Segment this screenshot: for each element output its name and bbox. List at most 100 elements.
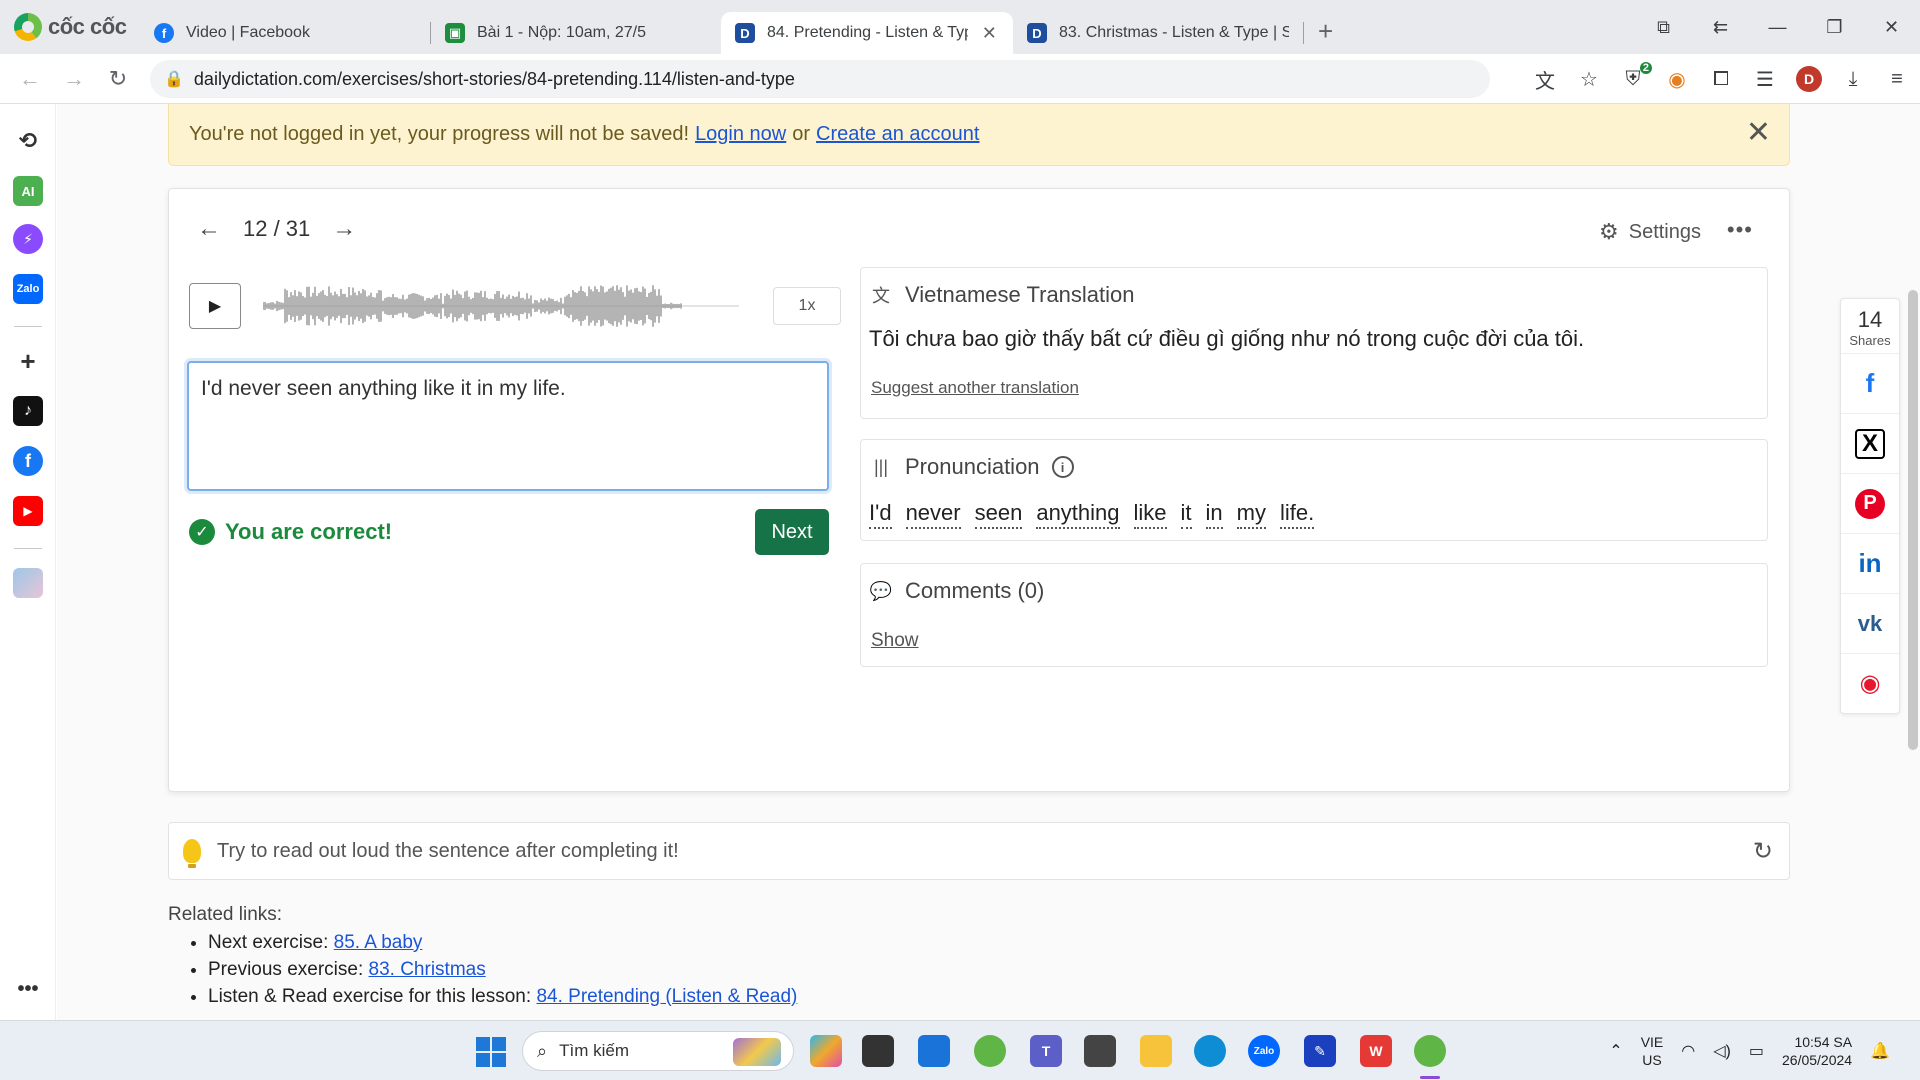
share-vk-button[interactable]: vk <box>1841 593 1899 653</box>
tab-search-icon[interactable]: ⇇ <box>1692 17 1749 38</box>
wallpaper-icon[interactable] <box>13 568 43 598</box>
more-icon[interactable]: ••• <box>13 974 43 1004</box>
login-link[interactable]: Login now <box>695 123 786 146</box>
language-indicator[interactable]: VIE US <box>1641 1033 1664 1069</box>
create-account-link[interactable]: Create an account <box>816 123 979 146</box>
audio-waveform[interactable] <box>263 283 739 329</box>
share-facebook-button[interactable]: f <box>1841 353 1899 413</box>
media-queue-icon[interactable]: ☰ <box>1752 67 1778 92</box>
task-view-icon[interactable] <box>862 1035 894 1067</box>
extensions-puzzle-icon[interactable]: ⧠ <box>1708 68 1734 91</box>
pronunciation-word[interactable]: anything <box>1036 500 1120 529</box>
zalo-icon[interactable]: Zalo <box>13 274 43 304</box>
playback-speed-button[interactable]: 1x <box>773 287 841 325</box>
previous-exercise-link[interactable]: 83. Christmas <box>369 959 486 980</box>
new-tab-icon[interactable]: + <box>1318 16 1333 47</box>
microsoft-store-icon[interactable] <box>918 1035 950 1067</box>
wifi-icon[interactable]: ◠ <box>1681 1041 1695 1061</box>
tab-pretending[interactable]: D 84. Pretending - Listen & Typ ✕ <box>721 12 1013 54</box>
result-message: ✓ You are correct! <box>189 519 392 545</box>
screenshot-icon[interactable]: ⧉ <box>1635 17 1692 38</box>
next-exercise-link[interactable]: 85. A baby <box>334 932 423 953</box>
listen-read-link[interactable]: 84. Pretending (Listen & Read) <box>536 986 797 1007</box>
wps-office-icon[interactable]: W <box>1360 1035 1392 1067</box>
profile-avatar[interactable]: D <box>1796 66 1822 92</box>
pronunciation-word[interactable]: it <box>1180 500 1192 529</box>
info-icon[interactable]: i <box>1051 456 1074 478</box>
pronunciation-word[interactable]: seen <box>974 500 1023 529</box>
minimize-icon[interactable]: — <box>1749 17 1806 38</box>
settings-button[interactable]: ⚙ Settings <box>1599 219 1701 245</box>
chevron-up-icon[interactable]: ⌃ <box>1609 1041 1622 1061</box>
translate-icon[interactable]: 文 <box>1532 65 1558 94</box>
close-window-icon[interactable]: ✕ <box>1863 17 1920 38</box>
share-pinterest-button[interactable]: P <box>1841 473 1899 533</box>
zalo-icon[interactable]: Zalo <box>1248 1035 1280 1067</box>
share-bar: 14 Shares f X P in vk ◉ <box>1840 298 1900 714</box>
pronunciation-word[interactable]: I'd <box>869 500 892 529</box>
previous-arrow-icon[interactable]: ← <box>197 215 221 243</box>
translation-panel: 文 Vietnamese Translation Tôi chưa bao gi… <box>860 267 1768 419</box>
share-x-button[interactable]: X <box>1841 413 1899 473</box>
menu-icon[interactable]: ≡ <box>1884 68 1910 91</box>
next-button[interactable]: Next <box>755 509 829 555</box>
suggest-translation-link[interactable]: Suggest another translation <box>871 378 1079 398</box>
bookmark-star-icon[interactable]: ☆ <box>1576 67 1602 92</box>
copilot-icon[interactable] <box>810 1035 842 1067</box>
share-linkedin-button[interactable]: in <box>1841 533 1899 593</box>
more-options-icon[interactable]: ••• <box>1727 217 1753 243</box>
battery-icon[interactable]: ▭ <box>1749 1041 1764 1061</box>
active-app-indicator <box>1420 1076 1440 1079</box>
close-icon[interactable]: ✕ <box>1746 118 1771 148</box>
url-text: dailydictation.com/exercises/short-stori… <box>193 68 795 89</box>
messenger-icon[interactable]: ⚡ <box>13 224 43 254</box>
answer-textarea[interactable]: I'd never seen anything like it in my li… <box>187 361 829 491</box>
notification-bell-icon[interactable]: 🔔 <box>1870 1041 1890 1061</box>
tab-facebook[interactable]: f Video | Facebook <box>140 12 430 54</box>
windows-start-icon[interactable] <box>476 1037 506 1067</box>
teams-icon[interactable]: T <box>1030 1035 1062 1067</box>
reload-icon[interactable]: ↻ <box>96 66 140 92</box>
taskbar-search[interactable]: ⌕ Tìm kiếm <box>522 1031 794 1071</box>
restore-icon[interactable]: ❐ <box>1806 17 1863 38</box>
translate-icon: 文 <box>872 286 890 306</box>
refresh-icon[interactable]: ↻ <box>1753 837 1773 866</box>
youtube-icon[interactable]: ▶ <box>13 496 43 526</box>
next-arrow-icon[interactable]: → <box>332 215 356 243</box>
close-icon[interactable]: ✕ <box>980 23 999 44</box>
tiktok-icon[interactable]: ♪ <box>13 396 43 426</box>
dailydictation-icon: D <box>1027 23 1047 43</box>
play-button[interactable]: ▶ <box>189 283 241 329</box>
coccoc-browser-icon[interactable] <box>1414 1035 1446 1067</box>
edge-icon[interactable] <box>1194 1035 1226 1067</box>
pronunciation-word[interactable]: never <box>905 500 961 529</box>
share-weibo-button[interactable]: ◉ <box>1841 653 1899 713</box>
ai-assistant-icon[interactable]: AI <box>13 176 43 206</box>
pronunciation-word[interactable]: life. <box>1279 500 1315 529</box>
show-comments-link[interactable]: Show <box>871 630 919 652</box>
page-scrollbar[interactable] <box>1908 290 1918 750</box>
pronunciation-word[interactable]: in <box>1205 500 1223 529</box>
forward-icon[interactable]: → <box>52 66 96 92</box>
taskbar-clock[interactable]: 10:54 SA 26/05/2024 <box>1782 1033 1852 1069</box>
tab-classroom[interactable]: ▣ Bài 1 - Nộp: 10am, 27/5 <box>431 12 721 54</box>
app-cube-icon[interactable] <box>1084 1035 1116 1067</box>
pronunciation-word[interactable]: like <box>1133 500 1167 529</box>
shield-icon[interactable]: ⛨ 2 <box>1620 61 1652 91</box>
browser-sidebar: ⟲ AI ⚡ Zalo + ♪ f ▶ ••• <box>0 104 56 1020</box>
pronunciation-word[interactable]: my <box>1236 500 1266 529</box>
coccoc-app-icon[interactable] <box>974 1035 1006 1067</box>
facebook-icon[interactable]: f <box>13 446 43 476</box>
list-item: Next exercise: 85. A baby <box>208 932 797 954</box>
url-field[interactable]: 🔒 dailydictation.com/exercises/short-sto… <box>150 60 1490 98</box>
tab-christmas[interactable]: D 83. Christmas - Listen & Type | Sh <box>1013 12 1303 54</box>
back-icon[interactable]: ← <box>8 66 52 92</box>
file-explorer-icon[interactable] <box>1140 1035 1172 1067</box>
download-icon[interactable]: ⤓ <box>1840 68 1866 91</box>
volume-icon[interactable]: ◁) <box>1713 1041 1731 1061</box>
pen-app-icon[interactable]: ✎ <box>1304 1035 1336 1067</box>
extension-badge: 2 <box>1639 61 1652 74</box>
coccoc-extension-icon[interactable]: ◉ <box>1664 67 1690 92</box>
history-icon[interactable]: ⟲ <box>13 126 43 156</box>
add-icon[interactable]: + <box>13 346 43 376</box>
